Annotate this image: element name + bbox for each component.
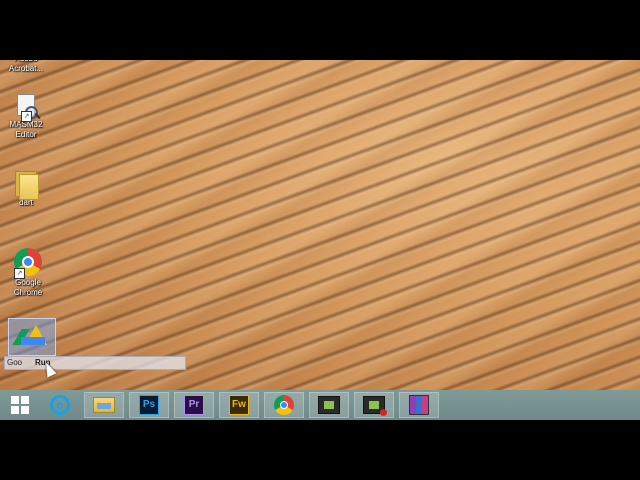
winrar-icon xyxy=(409,395,429,415)
desktop-icon-masm32-editor[interactable]: ↗ MASM32 Editor xyxy=(4,94,48,140)
chrome-icon: ↗ xyxy=(14,248,42,279)
taskbar-screen-recorder[interactable] xyxy=(354,392,394,418)
taskbar: e Ps Pr Fw xyxy=(0,390,640,420)
taskbar-internet-explorer[interactable]: e xyxy=(40,392,80,418)
dragged-google-drive-item[interactable] xyxy=(8,318,56,356)
taskbar-google-chrome[interactable] xyxy=(264,392,304,418)
start-button[interactable] xyxy=(0,392,40,418)
desktop-icon-label: Chrome xyxy=(13,288,43,297)
desktop-background[interactable]: Adobe Acrobat... ↗ MASM32 Editor dart ↗ … xyxy=(0,60,640,390)
desktop-icon-label: Adobe Acrobat... xyxy=(8,60,44,73)
taskbar-photoshop[interactable]: Ps xyxy=(129,392,169,418)
desktop-icon-google-chrome[interactable]: ↗ Google Chrome xyxy=(6,248,50,298)
internet-explorer-icon: e xyxy=(50,395,70,415)
desktop-icon-dart[interactable]: dart xyxy=(4,168,48,208)
premiere-icon: Pr xyxy=(184,395,204,415)
google-drive-icon-part xyxy=(21,337,45,345)
letterbox-bottom xyxy=(0,420,640,480)
taskbar-file-explorer[interactable] xyxy=(84,392,124,418)
chrome-icon xyxy=(274,395,294,415)
taskbar-fireworks[interactable]: Fw xyxy=(219,392,259,418)
drag-tooltip: Goo Run xyxy=(4,356,186,370)
masm32-editor-icon: ↗ xyxy=(15,94,41,122)
taskbar-premiere[interactable]: Pr xyxy=(174,392,214,418)
screen-recorder-icon xyxy=(363,396,387,416)
letterbox-top xyxy=(0,0,640,60)
desktop-icon-label: Editor xyxy=(15,130,37,139)
fireworks-icon: Fw xyxy=(229,395,249,415)
taskbar-winrar[interactable] xyxy=(399,392,439,418)
photoshop-icon: Ps xyxy=(139,395,159,415)
tooltip-item-text: Goo xyxy=(7,358,23,367)
desktop-icon-label: Google xyxy=(15,278,41,287)
desktop-icon-acrobat[interactable]: Adobe Acrobat... xyxy=(4,60,48,74)
shortcut-arrow-icon: ↗ xyxy=(14,268,25,279)
shortcut-arrow-icon: ↗ xyxy=(21,111,32,122)
taskbar-screen-app[interactable] xyxy=(309,392,349,418)
screen-app-icon xyxy=(318,396,340,414)
file-explorer-icon xyxy=(93,397,115,413)
folder-icon xyxy=(13,168,39,200)
windows-logo-icon xyxy=(11,396,29,414)
